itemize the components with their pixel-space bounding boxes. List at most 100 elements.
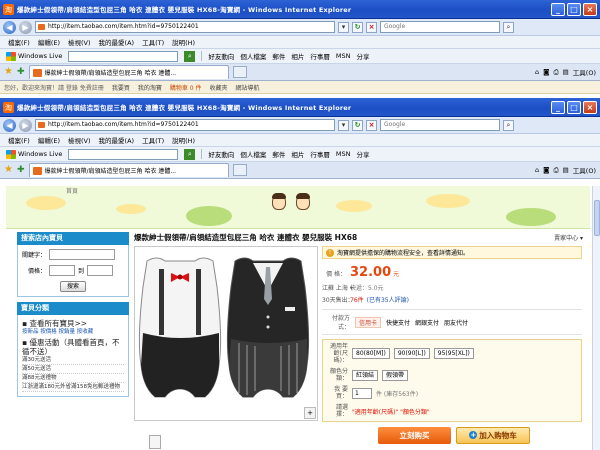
minimize-button[interactable]: _ [551,100,565,114]
print-icon[interactable]: ⎙ [553,68,558,77]
keyword-input[interactable] [49,249,115,260]
back-button[interactable]: ◀ [3,20,16,34]
color-option-bow[interactable]: 紅領結 [352,369,379,381]
zoom-icon[interactable]: + [304,407,316,419]
buy-now-button[interactable]: 立刻购买 [378,427,451,444]
dropdown-arrow-icon[interactable]: ▾ [338,119,349,131]
home-icon[interactable]: ⌂ [535,68,539,76]
tab-taobao[interactable]: 爆款紳士假領帶/肩領結造型包屁三角 哈衣 連體... [28,65,229,79]
pay-bank[interactable]: 網銀支付 [415,318,439,327]
strip-link-mytaobao[interactable]: 我的淘寶 [138,83,162,92]
maximize-button[interactable]: □ [567,2,581,16]
quantity-input[interactable]: 1 [352,387,372,399]
menu-help[interactable]: 說明(H) [172,37,195,47]
search-icon[interactable]: ⌕ [503,21,514,33]
live-link-friends[interactable]: 好友動向 [208,51,234,61]
new-tab-button[interactable] [232,66,247,78]
live-link-msn[interactable]: MSN [336,150,351,158]
store-search-button[interactable]: 搜索 [60,281,86,292]
menu-view[interactable]: 檢視(V) [68,135,91,145]
search-input[interactable]: Google [380,21,500,33]
menu-favorites[interactable]: 我的最愛(A) [99,135,135,145]
product-image[interactable]: + [134,246,318,421]
promo-item[interactable]: 滿50元送活 [22,365,124,374]
forward-button[interactable]: ▶ [19,118,32,132]
vertical-scrollbar[interactable] [592,186,600,450]
reviews-link[interactable]: (已有35人評論) [367,295,409,304]
back-button[interactable]: ◀ [3,118,16,132]
maximize-button[interactable]: □ [567,100,581,114]
stop-icon[interactable]: × [366,119,377,131]
page-menu-icon[interactable]: ▤ [563,166,569,174]
menu-view[interactable]: 檢視(V) [68,37,91,47]
search-input[interactable]: Google [380,119,500,131]
live-link-mail[interactable]: 郵件 [272,149,285,159]
search-icon[interactable]: ⌕ [503,119,514,131]
banner-tab-home[interactable]: 首頁 [66,186,78,197]
stop-icon[interactable]: × [366,21,377,33]
product-thumbnail[interactable] [149,435,161,449]
add-to-cart-button[interactable]: + 加入购物车 [456,427,530,444]
minimize-button[interactable]: _ [551,2,565,16]
pay-quick[interactable]: 快捷支付 [386,318,410,327]
size-option-95[interactable]: 95(95[XL]) [433,348,474,359]
live-link-msn[interactable]: MSN [336,52,351,60]
scrollbar-thumb[interactable] [594,200,600,236]
tools-menu[interactable]: 工具(O) [573,165,596,175]
view-all-link[interactable]: ▪ 查看所有寶貝>> [22,319,124,328]
live-link-calendar[interactable]: 行事曆 [310,149,330,159]
menu-file[interactable]: 檔案(F) [8,37,30,47]
menu-help[interactable]: 說明(H) [172,135,195,145]
menu-tools[interactable]: 工具(T) [142,37,164,47]
promo-item[interactable]: 滿88元送禮物 [22,374,124,383]
live-link-share[interactable]: 分享 [356,51,369,61]
add-favorite-icon[interactable]: ✚ [17,165,25,175]
promo-item[interactable]: 江浙滬滿180元外省滿158免包郵送禮物 [22,383,124,392]
menu-favorites[interactable]: 我的最愛(A) [99,37,135,47]
strip-link-buy[interactable]: 我要買 [112,83,130,92]
seller-center-link[interactable]: 賣家中心 ▾ [554,233,583,242]
promo-item[interactable]: 滿30元送活 [22,356,124,365]
favorites-star-icon[interactable]: ★ [4,67,13,77]
pay-credit-card[interactable]: 信用卡 [355,316,382,328]
live-link-photos[interactable]: 相片 [291,51,304,61]
favorites-star-icon[interactable]: ★ [4,165,13,175]
menu-edit[interactable]: 編輯(E) [38,37,60,47]
live-search-input[interactable] [68,50,179,62]
title-bar[interactable]: 淘 爆款紳士假領帶/肩領結造型包屁三角 哈衣 連體衣 嬰兒服裝 HX68-淘寶網… [0,0,600,19]
color-option-tie[interactable]: 假領帶 [382,369,409,381]
strip-link-cart[interactable]: 購物車 0 件 [170,83,202,92]
live-search-button[interactable]: ⌕ [184,50,196,62]
add-favorite-icon[interactable]: ✚ [17,67,25,77]
live-link-calendar[interactable]: 行事曆 [310,51,330,61]
size-option-90[interactable]: 90(90[L]) [393,348,430,359]
strip-link-favorites[interactable]: 收藏夾 [210,83,228,92]
pay-friend[interactable]: 朋友代付 [444,318,468,327]
sort-links[interactable]: 按新品 按價格 按銷量 按收藏 [22,328,124,336]
price-max-input[interactable] [87,265,114,276]
live-link-profile[interactable]: 個人檔案 [240,51,266,61]
menu-tools[interactable]: 工具(T) [142,135,164,145]
forward-button[interactable]: ▶ [19,20,32,34]
live-link-friends[interactable]: 好友動向 [208,149,234,159]
windows-live-logo[interactable]: Windows Live [6,149,62,159]
home-icon[interactable]: ⌂ [535,166,539,174]
address-input[interactable]: http://item.taobao.com/item.htm?id=97501… [35,21,335,33]
print-icon[interactable]: ⎙ [553,166,558,175]
promo-title[interactable]: ▪ 優惠活動（具體看首頁，不循不送） [22,338,124,356]
tab-taobao[interactable]: 爆款紳士假領帶/肩領結造型包屁三角 哈衣 連體... [28,163,229,177]
feeds-icon[interactable]: ◙ [543,68,549,76]
live-link-mail[interactable]: 郵件 [272,51,285,61]
price-min-input[interactable] [49,265,75,276]
windows-live-logo[interactable]: Windows Live [6,51,62,61]
menu-file[interactable]: 檔案(F) [8,135,30,145]
close-button[interactable]: × [583,100,597,114]
dropdown-arrow-icon[interactable]: ▾ [338,21,349,33]
live-link-photos[interactable]: 相片 [291,149,304,159]
address-input[interactable]: http://item.taobao.com/item.htm?id=97501… [35,119,335,131]
tools-menu[interactable]: 工具(O) [573,67,596,77]
live-search-button[interactable]: ⌕ [184,148,196,160]
refresh-icon[interactable]: ↻ [352,119,363,131]
live-link-share[interactable]: 分享 [356,149,369,159]
refresh-icon[interactable]: ↻ [352,21,363,33]
